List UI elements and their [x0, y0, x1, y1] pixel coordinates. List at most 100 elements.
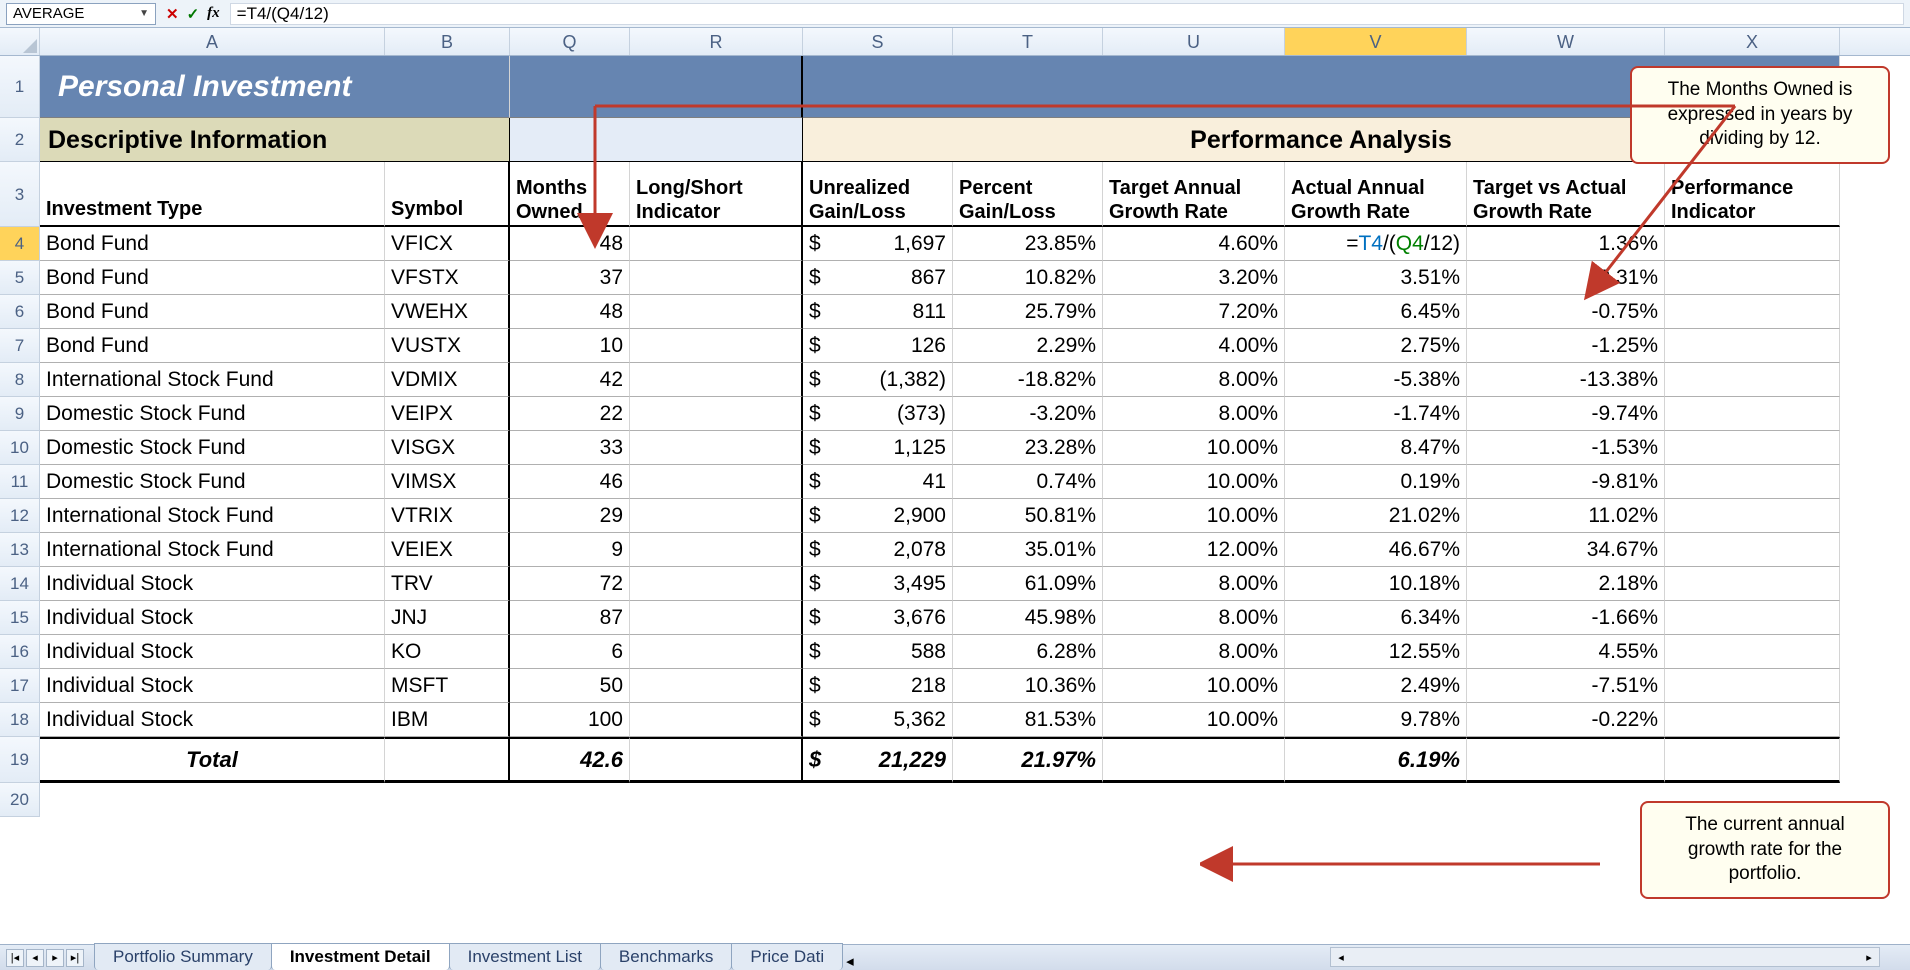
- total-ugl[interactable]: $21,229: [803, 737, 953, 783]
- cell[interactable]: 37: [510, 261, 630, 295]
- cell[interactable]: 6: [510, 635, 630, 669]
- cell[interactable]: 8.47%: [1285, 431, 1467, 465]
- cell[interactable]: Domestic Stock Fund: [40, 431, 385, 465]
- cell[interactable]: 8.00%: [1103, 635, 1285, 669]
- name-box-dropdown-icon[interactable]: ▼: [139, 8, 149, 19]
- cell[interactable]: 6.45%: [1285, 295, 1467, 329]
- fx-icon[interactable]: fx: [207, 5, 220, 22]
- cell[interactable]: 0.19%: [1285, 465, 1467, 499]
- cell[interactable]: -1.66%: [1467, 601, 1665, 635]
- cell[interactable]: -9.74%: [1467, 397, 1665, 431]
- cell[interactable]: [630, 329, 803, 363]
- row-header-19[interactable]: 19: [0, 737, 40, 783]
- cell[interactable]: International Stock Fund: [40, 533, 385, 567]
- cell[interactable]: $867: [803, 261, 953, 295]
- hscroll-right-icon[interactable]: ▸: [1859, 951, 1879, 964]
- col-header-V[interactable]: V: [1285, 28, 1467, 55]
- cell[interactable]: Individual Stock: [40, 635, 385, 669]
- hdr-months-owned[interactable]: Months Owned: [510, 162, 630, 227]
- hdr-percent[interactable]: Percent Gain/Loss: [953, 162, 1103, 227]
- cell[interactable]: 10.00%: [1103, 703, 1285, 737]
- cell[interactable]: [510, 56, 803, 118]
- hdr-symbol[interactable]: Symbol: [385, 162, 510, 227]
- total-actual[interactable]: 6.19%: [1285, 737, 1467, 783]
- cell[interactable]: [630, 669, 803, 703]
- cell[interactable]: 45.98%: [953, 601, 1103, 635]
- cell[interactable]: 81.53%: [953, 703, 1103, 737]
- cell[interactable]: [630, 533, 803, 567]
- hscroll-left-icon[interactable]: ◂: [1331, 951, 1351, 964]
- cell[interactable]: 0.74%: [953, 465, 1103, 499]
- cell[interactable]: IBM: [385, 703, 510, 737]
- cell[interactable]: 29: [510, 499, 630, 533]
- nav-next-icon[interactable]: ▸: [46, 949, 64, 967]
- cell[interactable]: VISGX: [385, 431, 510, 465]
- row-header-16[interactable]: 16: [0, 635, 40, 669]
- cell[interactable]: -7.51%: [1467, 669, 1665, 703]
- horizontal-scrollbar[interactable]: ◂ ▸: [1330, 947, 1880, 967]
- cell[interactable]: [1665, 567, 1840, 601]
- nav-prev-icon[interactable]: ◂: [26, 949, 44, 967]
- col-header-U[interactable]: U: [1103, 28, 1285, 55]
- cell[interactable]: [1665, 227, 1840, 261]
- cell[interactable]: Domestic Stock Fund: [40, 465, 385, 499]
- cell[interactable]: [1665, 295, 1840, 329]
- cell[interactable]: [630, 635, 803, 669]
- cell[interactable]: 50.81%: [953, 499, 1103, 533]
- cell[interactable]: [630, 601, 803, 635]
- cell[interactable]: $588: [803, 635, 953, 669]
- cell[interactable]: -1.25%: [1467, 329, 1665, 363]
- cell[interactable]: 46: [510, 465, 630, 499]
- row-header-13[interactable]: 13: [0, 533, 40, 567]
- row-header-9[interactable]: 9: [0, 397, 40, 431]
- name-box[interactable]: AVERAGE ▼: [6, 3, 156, 25]
- cell[interactable]: 2.49%: [1285, 669, 1467, 703]
- cell[interactable]: VFSTX: [385, 261, 510, 295]
- cell[interactable]: 25.79%: [953, 295, 1103, 329]
- hdr-actual[interactable]: Actual Annual Growth Rate: [1285, 162, 1467, 227]
- cell[interactable]: -5.38%: [1285, 363, 1467, 397]
- cell[interactable]: 2.75%: [1285, 329, 1467, 363]
- cell[interactable]: 10.82%: [953, 261, 1103, 295]
- cell[interactable]: 4.55%: [1467, 635, 1665, 669]
- tab-price-data[interactable]: Price Dati: [731, 943, 843, 970]
- cell[interactable]: $2,078: [803, 533, 953, 567]
- cell[interactable]: [630, 431, 803, 465]
- cell[interactable]: TRV: [385, 567, 510, 601]
- cell[interactable]: [630, 227, 803, 261]
- total-months[interactable]: 42.6: [510, 737, 630, 783]
- cell[interactable]: -0.75%: [1467, 295, 1665, 329]
- col-header-A[interactable]: A: [40, 28, 385, 55]
- col-header-B[interactable]: B: [385, 28, 510, 55]
- cell[interactable]: 8.00%: [1103, 567, 1285, 601]
- tab-portfolio-summary[interactable]: Portfolio Summary: [94, 943, 272, 970]
- cell[interactable]: $126: [803, 329, 953, 363]
- cell[interactable]: Individual Stock: [40, 703, 385, 737]
- cell[interactable]: International Stock Fund: [40, 363, 385, 397]
- cell[interactable]: -0.22%: [1467, 703, 1665, 737]
- hdr-unrealized[interactable]: Unrealized Gain/Loss: [803, 162, 953, 227]
- cell[interactable]: 34.67%: [1467, 533, 1665, 567]
- tab-investment-detail[interactable]: Investment Detail: [271, 943, 450, 970]
- hdr-long-short[interactable]: Long/Short Indicator: [630, 162, 803, 227]
- row-header-20[interactable]: 20: [0, 783, 40, 817]
- descriptive-info-header[interactable]: Descriptive Information: [40, 118, 510, 162]
- cell[interactable]: 10.00%: [1103, 499, 1285, 533]
- row-header-14[interactable]: 14: [0, 567, 40, 601]
- cell[interactable]: 10: [510, 329, 630, 363]
- cell[interactable]: 46.67%: [1285, 533, 1467, 567]
- nav-first-icon[interactable]: |◂: [6, 949, 24, 967]
- row-header-2[interactable]: 2: [0, 118, 40, 162]
- cell[interactable]: $218: [803, 669, 953, 703]
- cell[interactable]: [1665, 431, 1840, 465]
- row-header-8[interactable]: 8: [0, 363, 40, 397]
- cell[interactable]: $(373): [803, 397, 953, 431]
- cell[interactable]: VEIPX: [385, 397, 510, 431]
- hdr-investment-type[interactable]: Investment Type: [40, 162, 385, 227]
- cell[interactable]: 10.00%: [1103, 465, 1285, 499]
- cell[interactable]: $3,676: [803, 601, 953, 635]
- total-label[interactable]: Total: [40, 737, 385, 783]
- cancel-icon[interactable]: ✕: [166, 5, 179, 23]
- cell[interactable]: 6.28%: [953, 635, 1103, 669]
- cell[interactable]: [630, 737, 803, 783]
